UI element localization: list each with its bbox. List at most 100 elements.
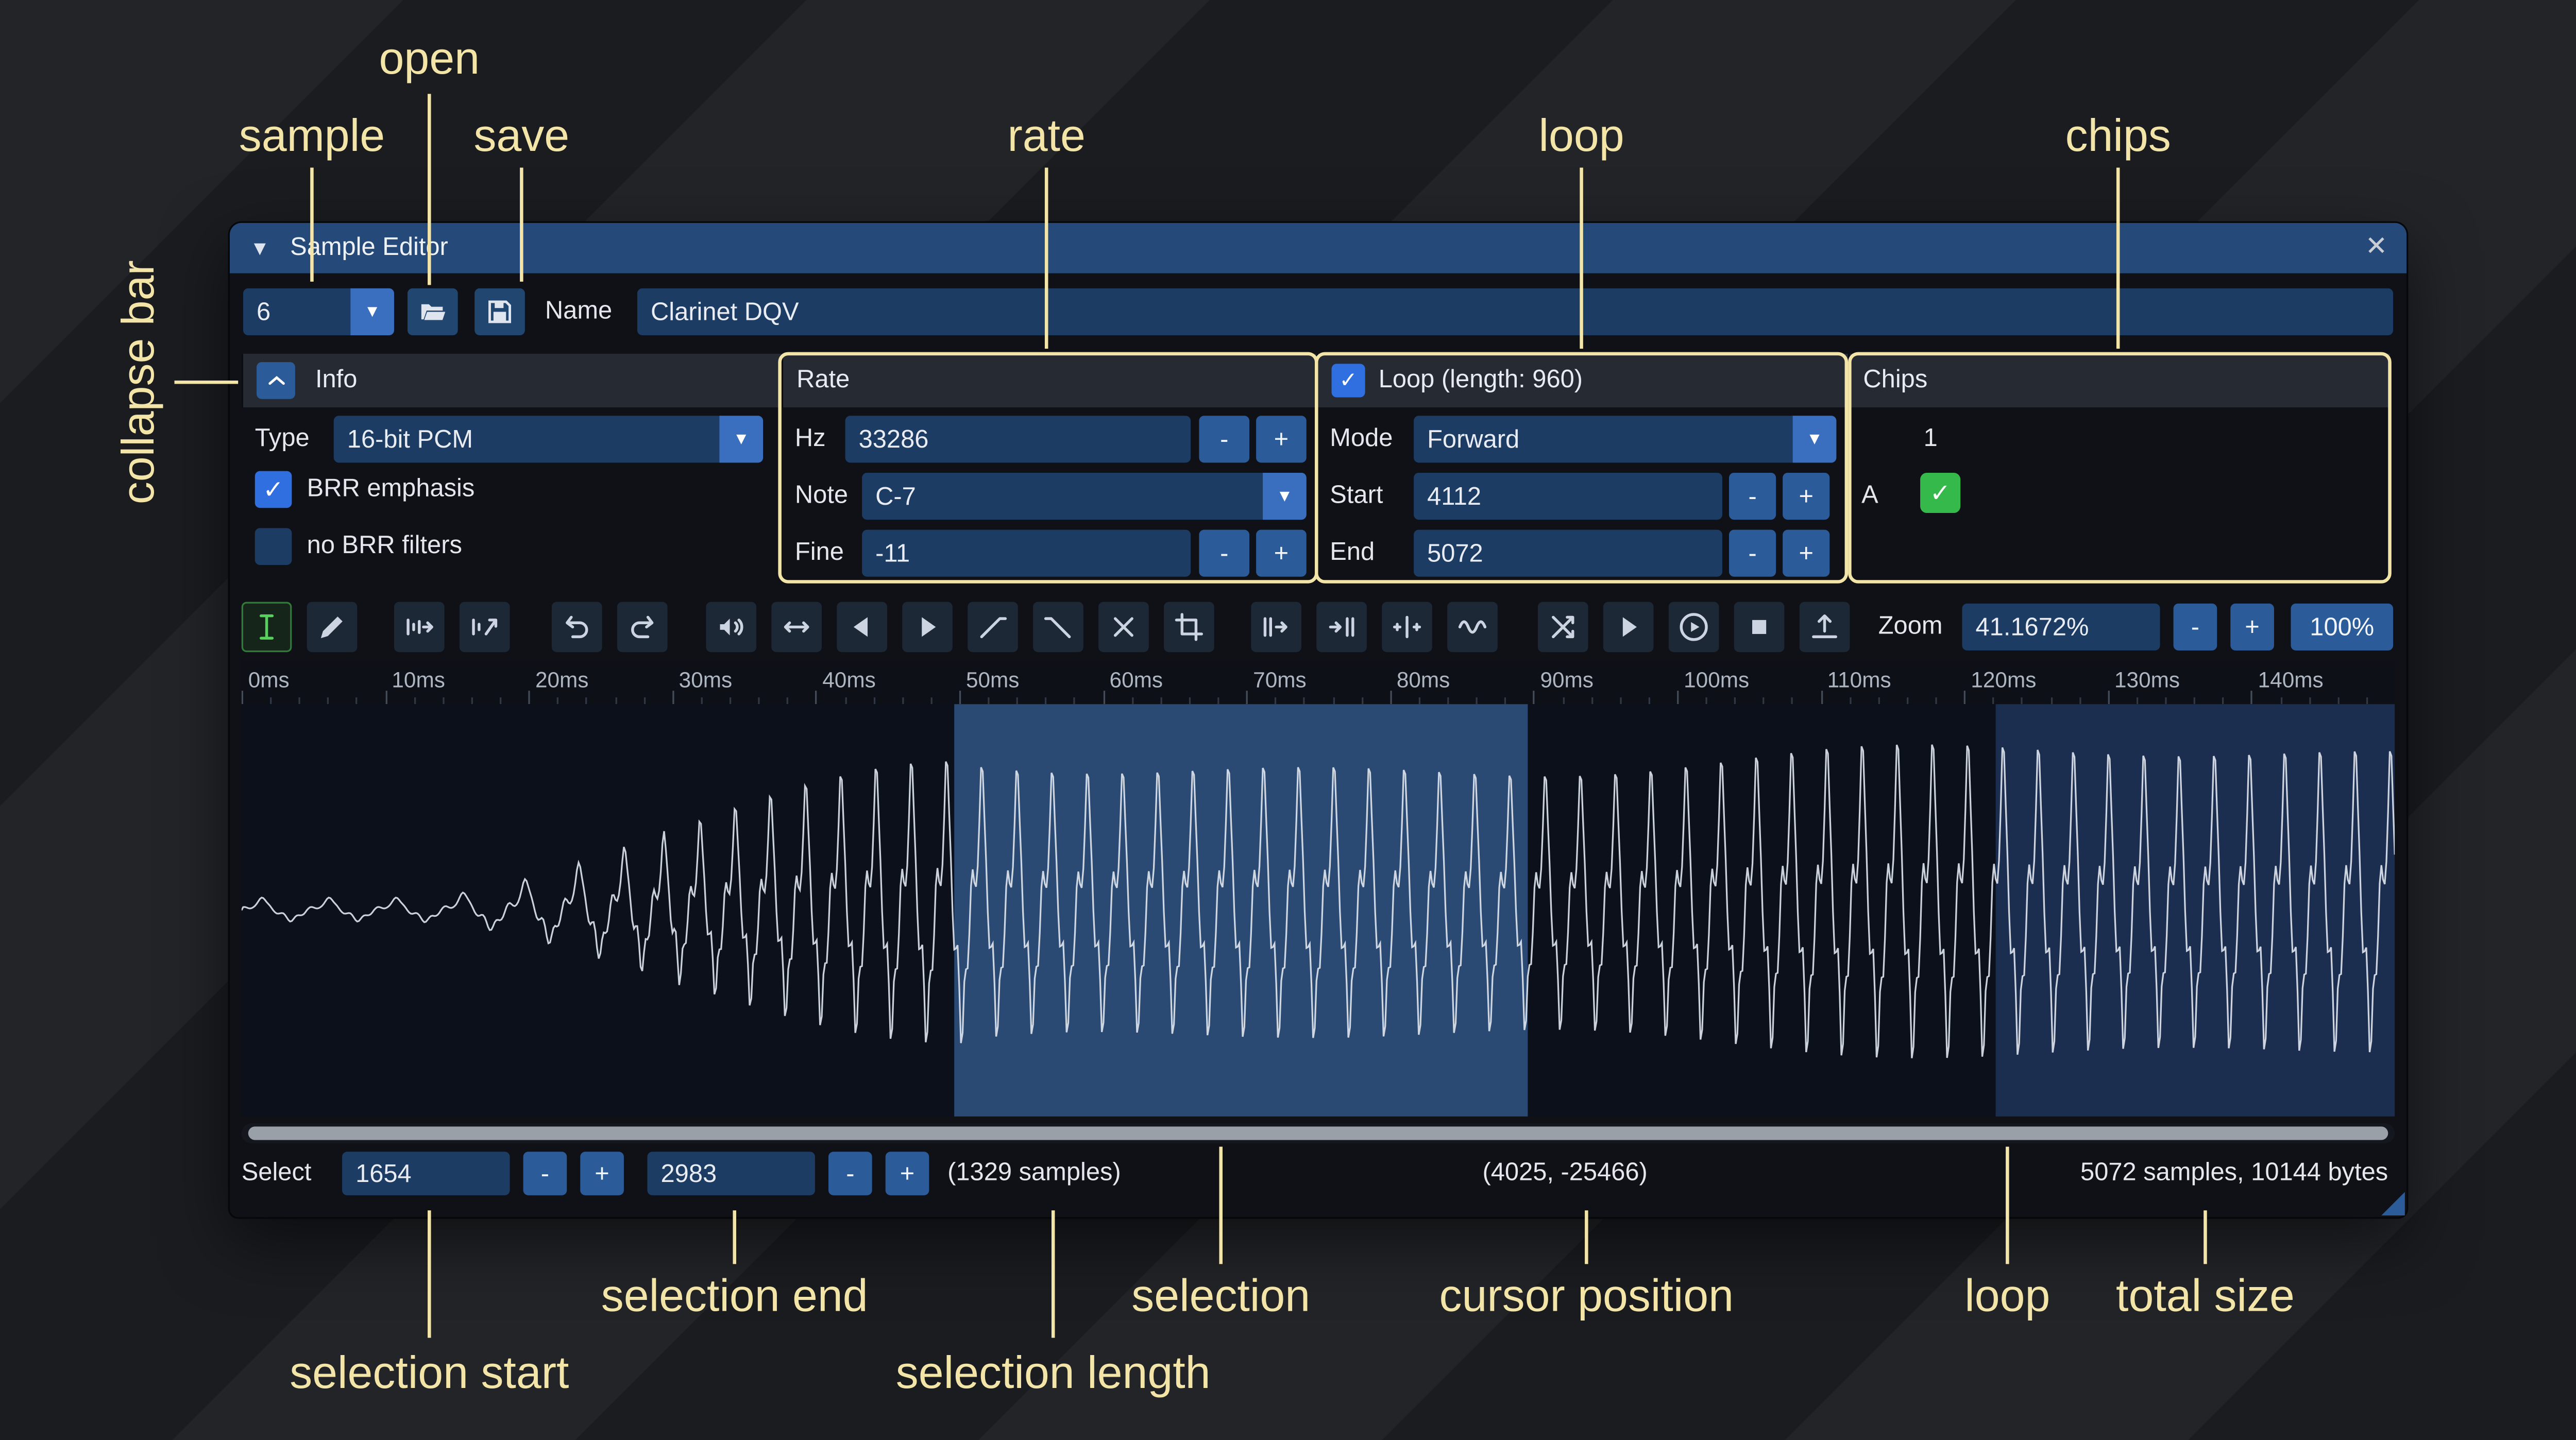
scrollbar-thumb[interactable] <box>248 1126 2388 1140</box>
annotation-line <box>1052 1210 1055 1338</box>
rate-annotation-box <box>778 352 1318 584</box>
amplify-button[interactable] <box>706 602 756 653</box>
annotation-total-size: total size <box>2116 1271 2295 1323</box>
brr-emphasis-checkbox[interactable]: ✓ <box>255 471 292 508</box>
fade-out-button[interactable] <box>1033 602 1083 653</box>
sample-name-input[interactable]: Clarinet DQV <box>637 288 2393 335</box>
stop-button[interactable] <box>1734 602 1785 653</box>
apply-silence-button[interactable] <box>1316 602 1367 653</box>
resize-grip[interactable] <box>2381 1192 2405 1215</box>
draw-tool-button[interactable] <box>307 602 358 653</box>
apply-icon <box>1325 610 1359 644</box>
ruler-minor-tick <box>1505 697 1506 704</box>
cursor-position-text: (4025, -25466) <box>1483 1150 1648 1197</box>
ruler-label: 110ms <box>1827 667 1891 693</box>
ruler-minor-tick <box>357 697 358 704</box>
ruler-minor-tick <box>1275 697 1277 704</box>
annotation-line <box>1585 1210 1588 1264</box>
chevron-down-icon[interactable]: ▼ <box>719 416 763 462</box>
resample-icon <box>468 610 501 644</box>
arrows-h-icon <box>780 610 814 644</box>
selection-end-input[interactable]: 2983 <box>647 1152 815 1195</box>
no-brr-filters-label: no BRR filters <box>307 523 462 570</box>
sine-icon <box>1455 610 1489 644</box>
zoom-plus-button[interactable]: + <box>2230 604 2274 650</box>
zoom-minus-button[interactable]: - <box>2174 604 2217 650</box>
ruler-minor-tick <box>557 697 559 704</box>
filter-button[interactable] <box>1447 602 1498 653</box>
ruler-tick <box>959 691 961 704</box>
open-button[interactable] <box>408 288 458 335</box>
window-collapse-icon[interactable]: ▼ <box>250 223 270 273</box>
sample-name-value: Clarinet DQV <box>651 298 799 326</box>
export-button[interactable] <box>1800 602 1850 653</box>
ruler-minor-tick <box>1045 697 1047 704</box>
ruler-label: 100ms <box>1684 667 1749 693</box>
ruler-minor-tick <box>2137 697 2138 704</box>
waveform-plot <box>242 704 2395 1117</box>
ruler-tick <box>1677 691 1679 704</box>
type-value: 16-bit PCM <box>347 416 473 462</box>
ruler-tick <box>529 691 530 704</box>
select-tool-button[interactable] <box>242 602 292 653</box>
normalize-button[interactable] <box>771 602 822 653</box>
check-icon: ✓ <box>263 474 284 505</box>
selection-end-plus-button[interactable]: + <box>886 1152 929 1195</box>
redo-button[interactable] <box>617 602 668 653</box>
save-button[interactable] <box>474 288 525 335</box>
undo-button[interactable] <box>552 602 602 653</box>
ruler-minor-tick <box>1562 697 1564 704</box>
delete-button[interactable] <box>1098 602 1149 653</box>
time-ruler[interactable]: 0ms10ms20ms30ms40ms50ms60ms70ms80ms90ms1… <box>242 661 2395 705</box>
zoom-reset-button[interactable]: 100% <box>2291 604 2393 650</box>
ruler-minor-tick <box>586 697 587 704</box>
chevron-down-icon[interactable]: ▼ <box>350 288 394 335</box>
preview-button[interactable] <box>1603 602 1654 653</box>
ruler-tick <box>1103 691 1105 704</box>
ruler-minor-tick <box>902 697 903 704</box>
collapse-bar-button[interactable] <box>257 362 295 399</box>
selection-end-minus-button[interactable]: - <box>828 1152 872 1195</box>
tri-left-icon <box>845 610 879 644</box>
insert-silence-button[interactable] <box>1251 602 1301 653</box>
waveform-view[interactable] <box>242 704 2395 1117</box>
ruler-label: 130ms <box>2114 667 2180 693</box>
ruler-minor-tick <box>2194 697 2195 704</box>
invert-button[interactable] <box>902 602 953 653</box>
desktop-background: ▼ Sample Editor ✕ 6 ▼ Name Clarinet DQV … <box>0 0 2576 1440</box>
ruler-tick <box>1533 691 1535 704</box>
ruler-minor-tick <box>2309 697 2310 704</box>
type-selector[interactable]: 16-bit PCM ▼ <box>334 416 763 462</box>
ruler-minor-tick <box>2337 697 2339 704</box>
info-panel-header[interactable]: Info <box>242 354 782 407</box>
reverse-button[interactable] <box>837 602 887 653</box>
sample-selector[interactable]: 6 ▼ <box>243 288 394 335</box>
ruler-minor-tick <box>643 697 645 704</box>
resize-button[interactable] <box>394 602 445 653</box>
paste-mix-button[interactable] <box>1382 602 1432 653</box>
ruler-label: 50ms <box>966 667 1020 693</box>
loop-annotation-box <box>1315 352 1848 584</box>
window-titlebar[interactable]: ▼ Sample Editor ✕ <box>230 223 2406 273</box>
trim-button[interactable] <box>1164 602 1214 653</box>
zoom-input[interactable]: 41.1672% <box>1962 604 2160 650</box>
crossfade-button[interactable] <box>1538 602 1588 653</box>
selection-start-plus-button[interactable]: + <box>580 1152 624 1195</box>
annotation-line <box>733 1210 736 1264</box>
resample-button[interactable] <box>460 602 510 653</box>
annotation-sample: sample <box>239 111 385 163</box>
play-note-button[interactable] <box>1669 602 1719 653</box>
ibeam-icon <box>250 610 283 644</box>
annotation-save: save <box>473 111 569 163</box>
annotation-line <box>175 381 239 384</box>
selection-start-input[interactable]: 1654 <box>342 1152 510 1195</box>
mix-icon <box>1390 610 1423 644</box>
no-brr-filters-checkbox[interactable] <box>255 528 292 565</box>
selection-start-minus-button[interactable]: - <box>523 1152 567 1195</box>
ruler-minor-tick <box>2223 697 2224 704</box>
fade-in-button[interactable] <box>968 602 1018 653</box>
close-icon[interactable]: ✕ <box>2356 223 2396 273</box>
annotation-selection-start: selection start <box>290 1348 569 1400</box>
ruler-minor-tick <box>2165 697 2166 704</box>
waveform-scrollbar[interactable] <box>242 1123 2395 1143</box>
